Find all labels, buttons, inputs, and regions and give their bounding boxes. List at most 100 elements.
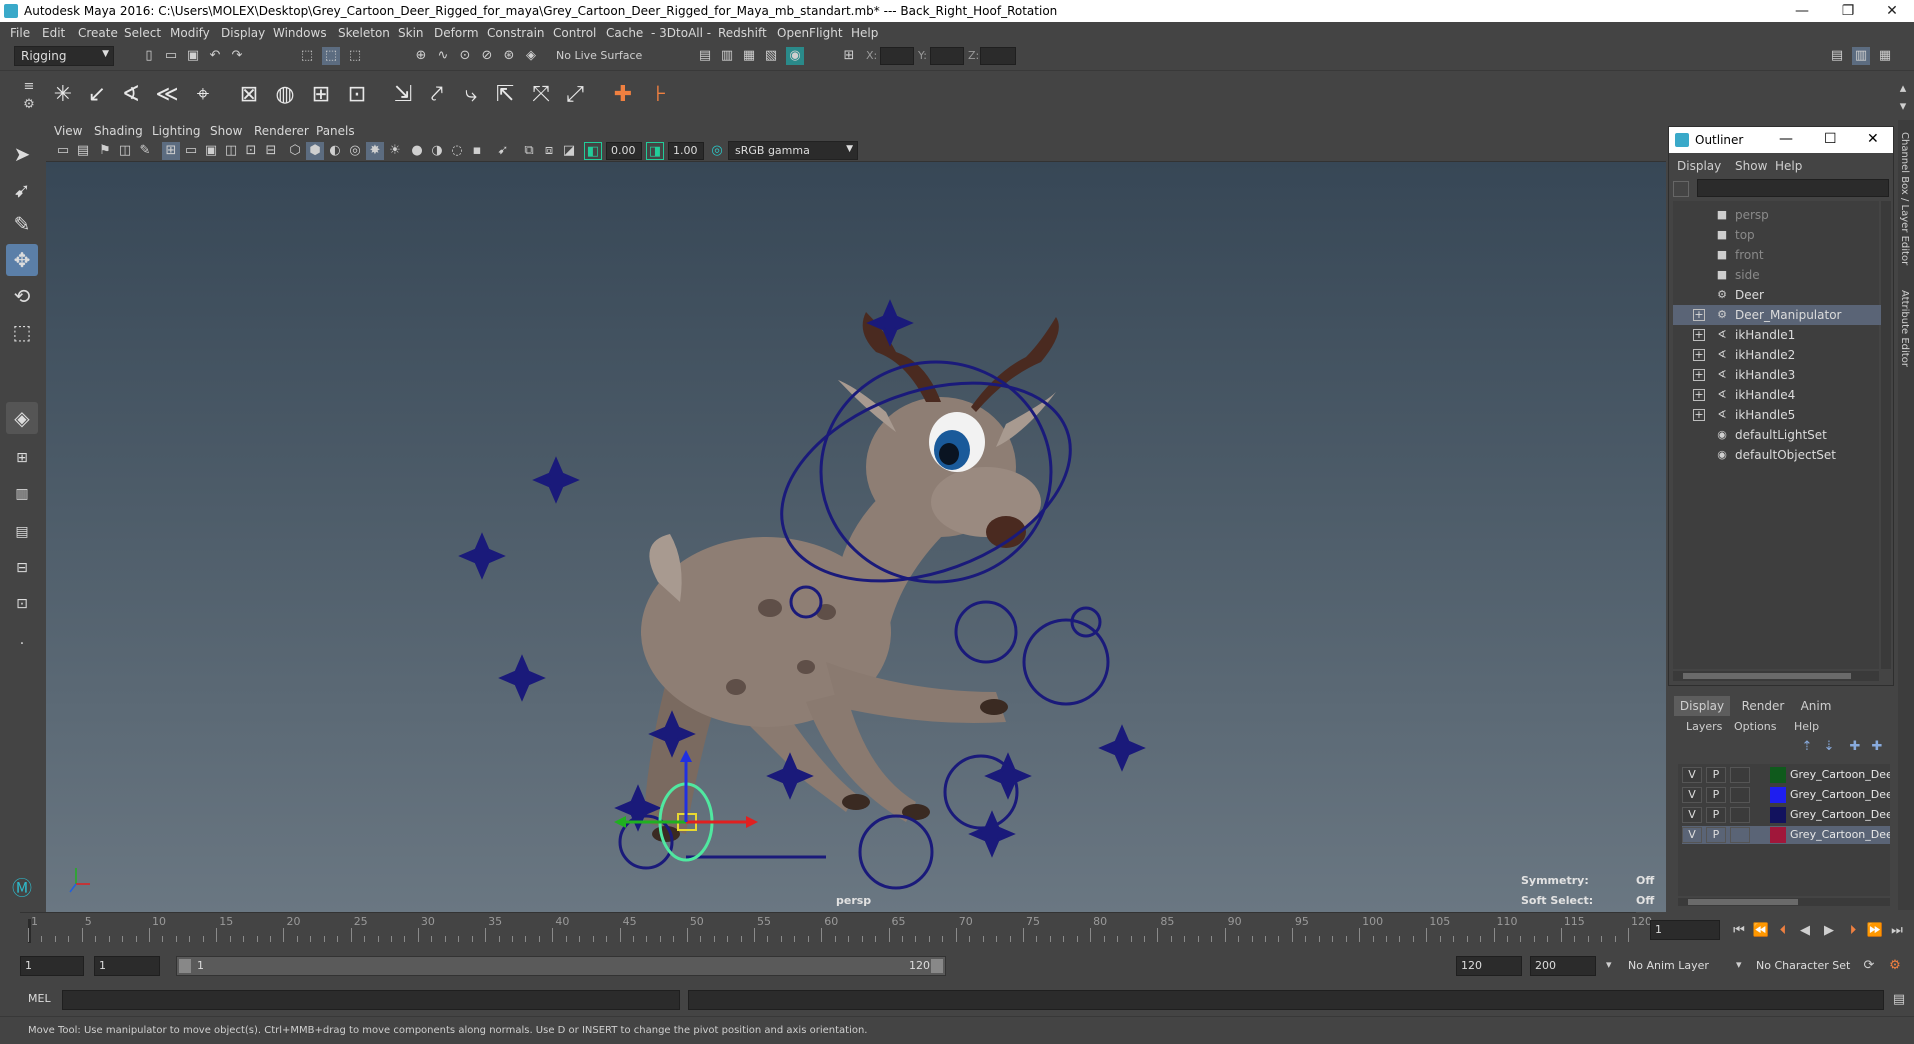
z-coord-input[interactable]: [980, 47, 1016, 65]
playback-toggle[interactable]: P: [1706, 787, 1726, 803]
menu-skin[interactable]: Skin: [398, 26, 424, 40]
layer-color-swatch[interactable]: [1770, 827, 1786, 843]
snap-curve-icon[interactable]: ∿: [434, 47, 452, 65]
playback-start-input[interactable]: 1: [94, 956, 160, 976]
ipr-render-icon[interactable]: ▦: [740, 47, 758, 65]
menu-file[interactable]: File: [10, 26, 30, 40]
layer-color-swatch[interactable]: [1770, 807, 1786, 823]
point-constraint-icon[interactable]: ⤤: [420, 78, 454, 112]
outliner-maximize-button[interactable]: ☐: [1824, 131, 1837, 147]
channel-box-icon[interactable]: ▥: [1852, 47, 1870, 65]
camera-attributes-icon[interactable]: ▤: [74, 142, 92, 160]
field-chart-icon[interactable]: ⊡: [242, 142, 260, 160]
shelf-settings-icon[interactable]: ⚙: [20, 96, 38, 114]
select-tool-icon[interactable]: ➤: [6, 138, 38, 170]
outliner-item-persp[interactable]: ■ persp: [1673, 205, 1885, 225]
bookmark-icon[interactable]: ⚑: [96, 142, 114, 160]
anim-layer-label[interactable]: No Anim Layer: [1628, 959, 1709, 972]
playback-toggle[interactable]: P: [1706, 827, 1726, 843]
vp-menu-renderer[interactable]: Renderer: [254, 124, 309, 138]
mirror-joint-icon[interactable]: ⊦: [644, 78, 678, 112]
tool-settings-icon[interactable]: ▦: [1876, 47, 1894, 65]
create-joints-icon[interactable]: ✳: [46, 78, 80, 112]
joint-orient-icon[interactable]: ✚: [606, 78, 640, 112]
menu-constrain[interactable]: Constrain: [487, 26, 545, 40]
insert-joint-icon[interactable]: ↙: [80, 78, 114, 112]
restore-button[interactable]: ❐: [1826, 0, 1870, 22]
aim-constraint-icon[interactable]: ⤢: [558, 78, 592, 112]
animation-preferences-icon[interactable]: ⚙: [1886, 957, 1904, 975]
orient-constraint-icon[interactable]: ⤷: [454, 78, 488, 112]
wireframe-icon[interactable]: ⬡: [286, 142, 304, 160]
expand-icon[interactable]: +: [1693, 349, 1705, 361]
exposure-input[interactable]: 0.00: [606, 142, 642, 160]
isolate-select-icon[interactable]: ➹: [494, 142, 512, 160]
mel-label[interactable]: MEL: [28, 992, 51, 1005]
colorspace-dropdown[interactable]: sRGB gamma ▼: [728, 141, 858, 160]
parent-constraint-icon[interactable]: ⤧: [524, 78, 558, 112]
expand-icon[interactable]: +: [1693, 369, 1705, 381]
new-scene-icon[interactable]: ▯: [140, 47, 158, 65]
range-slider[interactable]: 1 120: [176, 956, 946, 976]
auto-key-icon[interactable]: ⟳: [1860, 957, 1878, 975]
paint-weights-icon[interactable]: ⇲: [386, 78, 420, 112]
expand-icon[interactable]: +: [1693, 389, 1705, 401]
panel-menu-icon[interactable]: ·: [6, 628, 38, 660]
move-tool-icon[interactable]: ✥: [6, 244, 38, 276]
go-to-start-icon[interactable]: ⏮: [1730, 922, 1748, 940]
outliner-close-button[interactable]: ✕: [1867, 131, 1879, 147]
grid-toggle-icon[interactable]: ⊞: [162, 142, 180, 160]
attribute-editor-tab[interactable]: Attribute Editor: [1899, 290, 1910, 367]
outliner-menu-show[interactable]: Show: [1735, 159, 1767, 173]
outliner-item-side[interactable]: ■ side: [1673, 265, 1885, 285]
image-plane-icon[interactable]: ◫: [116, 142, 134, 160]
outliner-item-ikhandle4[interactable]: + ∢ ikHandle4: [1673, 385, 1885, 405]
shadows-icon[interactable]: ☀: [386, 142, 404, 160]
new-layer-icon[interactable]: ✚: [1846, 738, 1864, 756]
outliner-item-front[interactable]: ■ front: [1673, 245, 1885, 265]
gamma-icon[interactable]: ◨: [646, 142, 664, 160]
playback-end-input[interactable]: 120: [1456, 956, 1522, 976]
character-set-label[interactable]: No Character Set: [1756, 959, 1850, 972]
motion-blur-icon[interactable]: ◑: [428, 142, 446, 160]
visibility-toggle[interactable]: V: [1682, 827, 1702, 843]
go-to-end-icon[interactable]: ⏭: [1888, 922, 1906, 940]
tab-render[interactable]: Render: [1736, 696, 1790, 716]
shelf-scroll-down-icon[interactable]: ▾: [1894, 98, 1912, 116]
range-end-handle[interactable]: [931, 959, 943, 973]
menu-display[interactable]: Display: [221, 26, 265, 40]
play-forwards-icon[interactable]: ▶: [1820, 922, 1838, 940]
move-layer-down-icon[interactable]: ⇣: [1820, 738, 1838, 756]
snap-grid-icon[interactable]: ⊕: [412, 47, 430, 65]
menu-deform[interactable]: Deform: [434, 26, 479, 40]
color-management-icon[interactable]: ◎: [708, 142, 726, 160]
render-view-icon[interactable]: ▤: [696, 47, 714, 65]
menu-redshift[interactable]: Redshift: [718, 26, 767, 40]
snap-point-icon[interactable]: ⊙: [456, 47, 474, 65]
animation-end-input[interactable]: 200: [1530, 956, 1596, 976]
layer-row-selected[interactable]: V P Grey_Cartoon_Deer_Rig: [1682, 826, 1890, 844]
menu-3dtoall[interactable]: - 3DtoAll -: [651, 26, 711, 40]
select-component-icon[interactable]: ⬚: [346, 47, 364, 65]
menu-select[interactable]: Select: [124, 26, 161, 40]
visibility-toggle[interactable]: V: [1682, 807, 1702, 823]
cluster-icon[interactable]: ⊠: [232, 78, 266, 112]
current-frame-input[interactable]: 1: [1650, 920, 1720, 940]
step-back-key-icon[interactable]: ⏪: [1752, 922, 1770, 940]
undo-icon[interactable]: ↶: [206, 47, 224, 65]
outliner-horizontal-scrollbar[interactable]: [1673, 671, 1879, 681]
vp-menu-shading[interactable]: Shading: [94, 124, 143, 138]
gamma-input[interactable]: 1.00: [668, 142, 704, 160]
filter-icon[interactable]: [1673, 181, 1689, 197]
display-type-toggle[interactable]: [1730, 807, 1750, 823]
display-type-toggle[interactable]: [1730, 827, 1750, 843]
outliner-item-ikhandle5[interactable]: + ∢ ikHandle5: [1673, 405, 1885, 425]
outliner-item-ikhandle1[interactable]: + ∢ ikHandle1: [1673, 325, 1885, 345]
perspective-viewport[interactable]: persp Symmetry: Off Soft Select: Off: [46, 162, 1666, 912]
outliner-menu-display[interactable]: Display: [1677, 159, 1721, 173]
redo-icon[interactable]: ↷: [228, 47, 246, 65]
vp-menu-show[interactable]: Show: [210, 124, 242, 138]
playback-toggle[interactable]: P: [1706, 767, 1726, 783]
resolution-gate-icon[interactable]: ▣: [202, 142, 220, 160]
ik-spline-icon[interactable]: ≪: [150, 78, 184, 112]
